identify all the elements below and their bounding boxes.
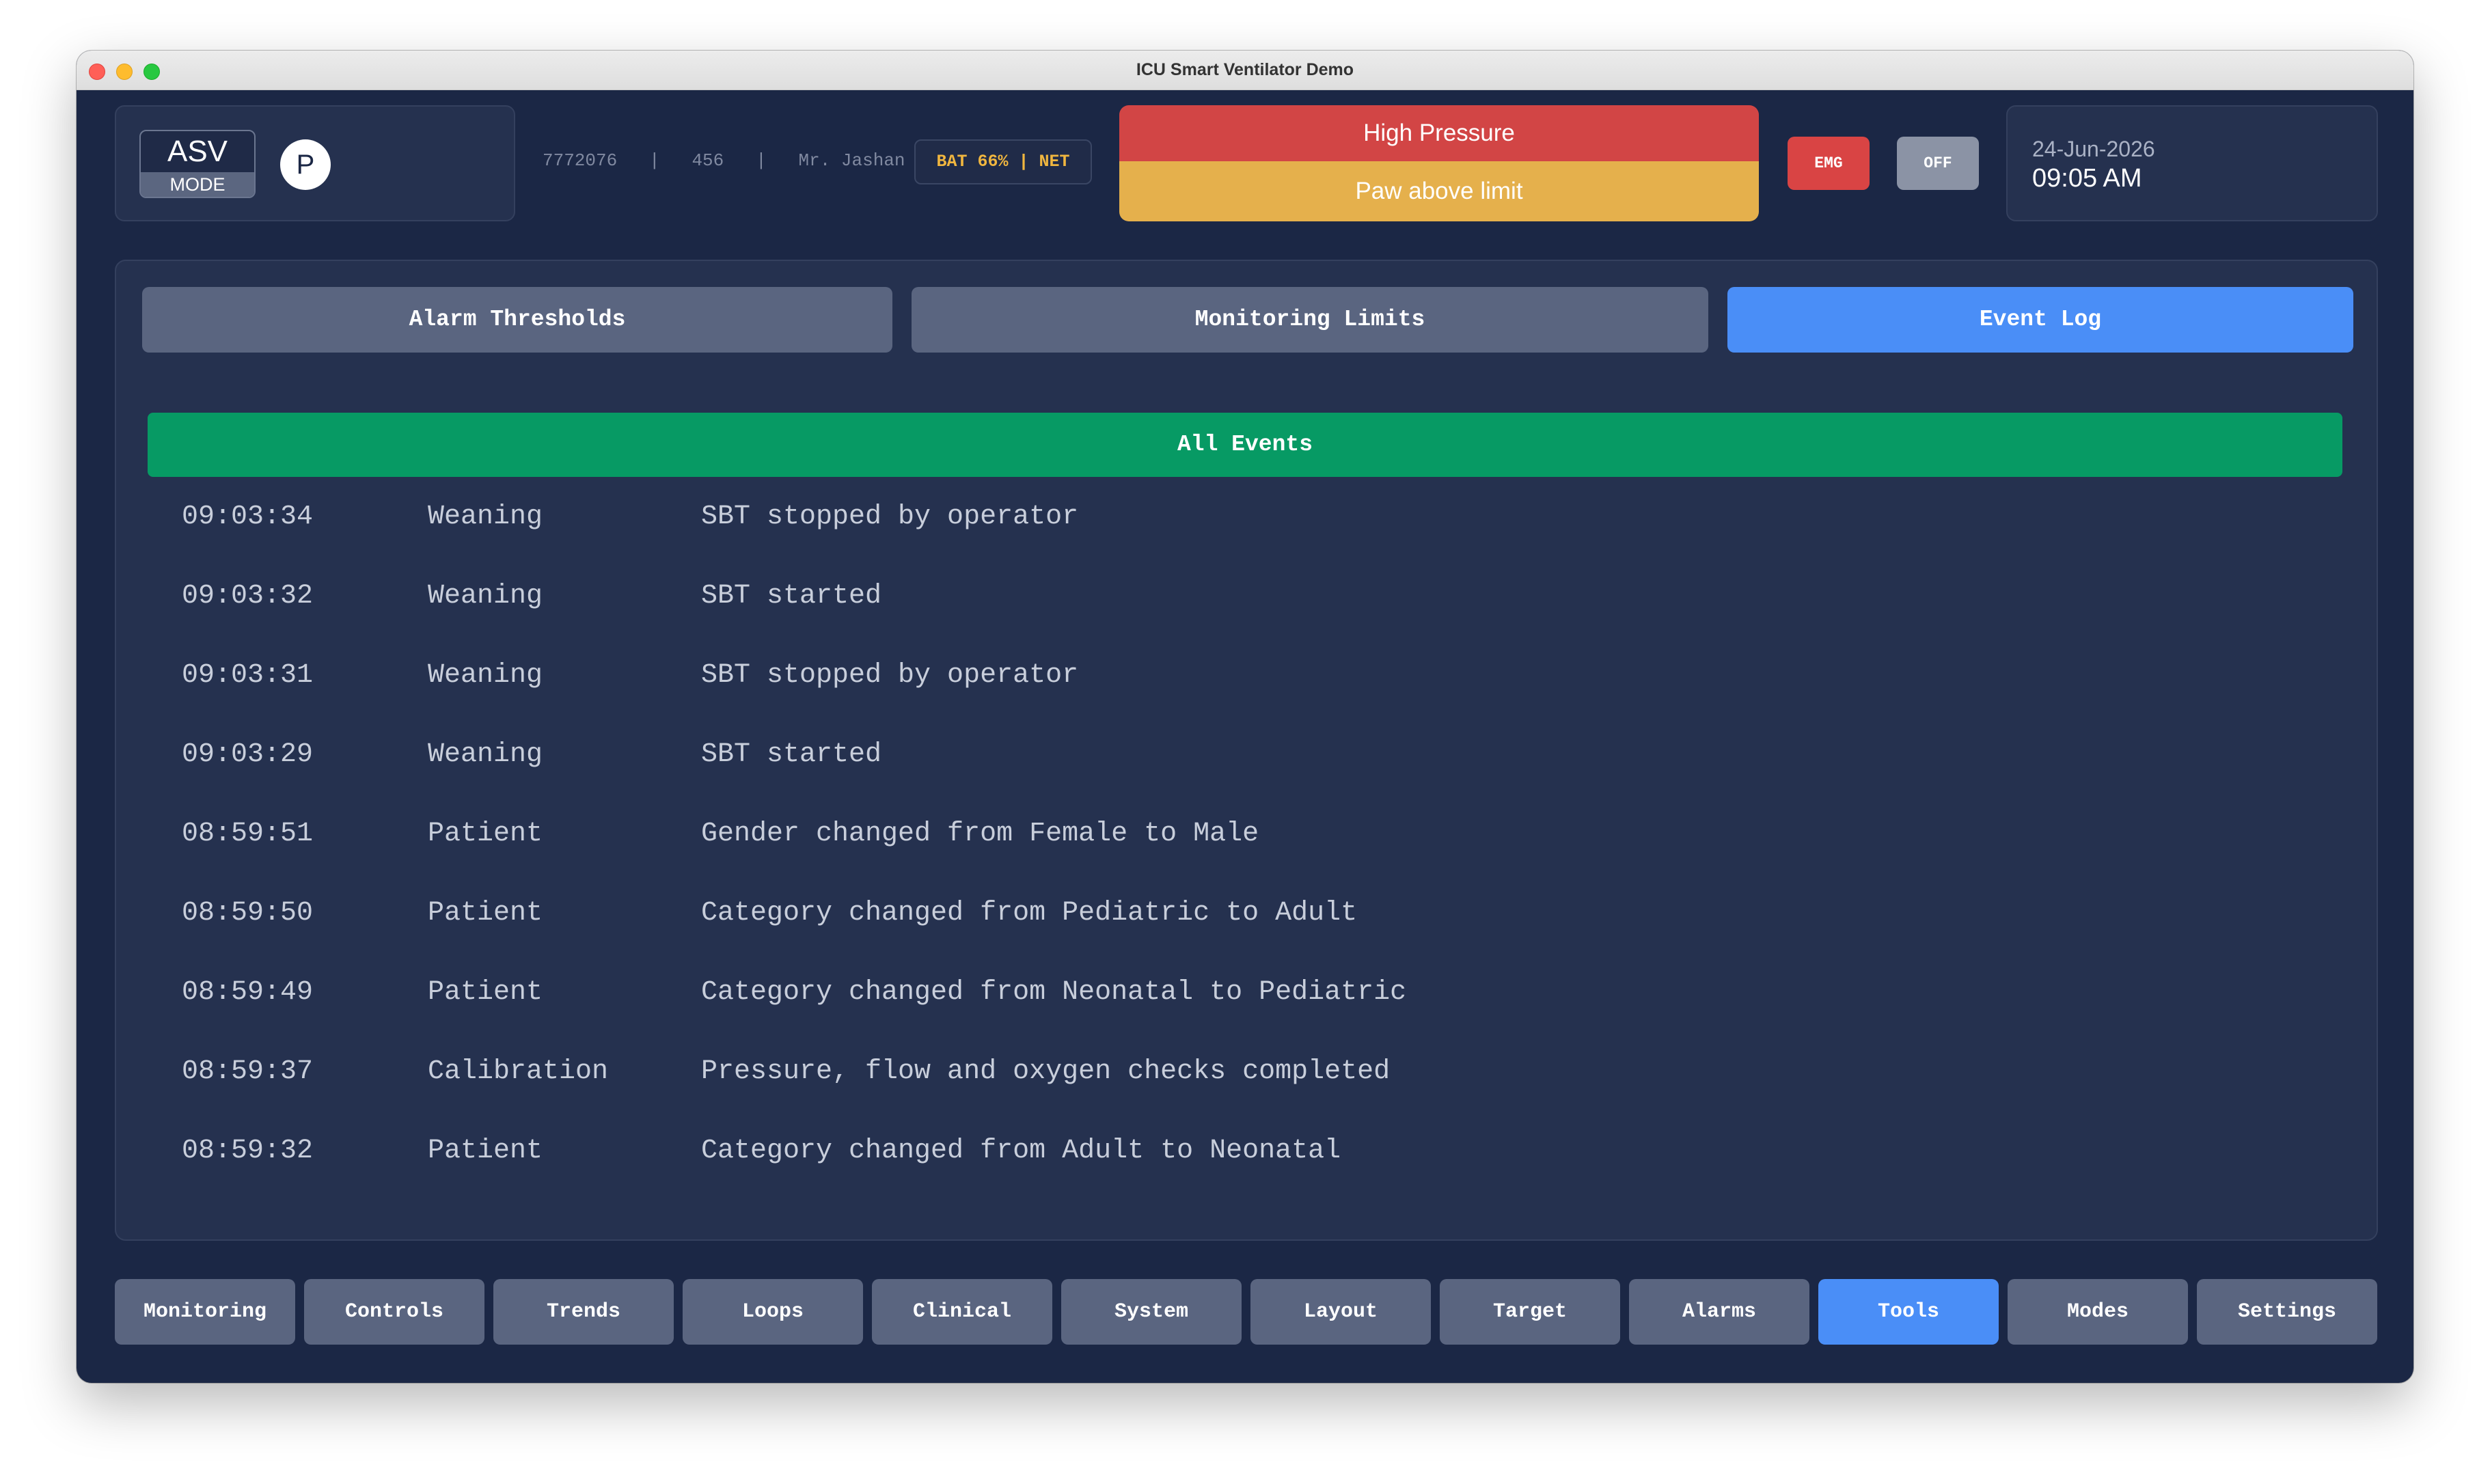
- event-category: Patient: [428, 977, 543, 1008]
- nav-trends[interactable]: Trends: [493, 1279, 674, 1345]
- profile-badge[interactable]: P: [280, 139, 331, 190]
- table-row: 09:03:31 Weaning SBT stopped by operator: [116, 660, 2377, 739]
- event-category: Weaning: [428, 739, 543, 770]
- current-date: 24-Jun-2026: [2032, 137, 2155, 161]
- window-title: ICU Smart Ventilator Demo: [1136, 60, 1354, 79]
- table-row: 08:59:50 Patient Category changed from P…: [116, 898, 2377, 977]
- table-row: 09:03:29 Weaning SBT started: [116, 739, 2377, 819]
- event-time: 09:03:34: [182, 501, 314, 532]
- event-list: 09:03:34 Weaning SBT stopped by operator…: [116, 501, 2377, 1215]
- alarm-primary: High Pressure: [1119, 105, 1759, 161]
- event-category: Patient: [428, 898, 543, 929]
- emergency-button[interactable]: EMG: [1788, 137, 1870, 190]
- event-category: Calibration: [428, 1056, 609, 1087]
- tools-panel: Alarm Thresholds Monitoring Limits Event…: [115, 260, 2378, 1241]
- bottom-navigation: Monitoring Controls Trends Loops Clinica…: [115, 1279, 2378, 1345]
- event-message: SBT stopped by operator: [701, 660, 1079, 691]
- event-message: Pressure, flow and oxygen checks complet…: [701, 1056, 1391, 1087]
- nav-modes[interactable]: Modes: [2008, 1279, 2188, 1345]
- patient-info: 7772076 | 456 | Mr. Jashan: [543, 150, 905, 171]
- battery-network-badge: BAT 66% | NET: [914, 139, 1092, 184]
- nav-loops[interactable]: Loops: [683, 1279, 863, 1345]
- alarm-secondary: Paw above limit: [1119, 161, 1759, 221]
- patient-name: Mr. Jashan: [798, 150, 905, 171]
- event-message: Category changed from Neonatal to Pediat…: [701, 977, 1407, 1008]
- patient-id: 7772076: [543, 150, 618, 171]
- alarm-banner[interactable]: High Pressure Paw above limit: [1119, 105, 1759, 221]
- mode-value: ASV: [167, 135, 228, 168]
- table-row: 08:59:51 Patient Gender changed from Fem…: [116, 819, 2377, 898]
- event-message: SBT stopped by operator: [701, 501, 1079, 532]
- nav-monitoring[interactable]: Monitoring: [115, 1279, 295, 1345]
- event-category: Patient: [428, 1136, 543, 1166]
- nav-controls[interactable]: Controls: [304, 1279, 484, 1345]
- event-time: 09:03:31: [182, 660, 314, 691]
- table-row: 08:59:49 Patient Category changed from N…: [116, 977, 2377, 1056]
- table-row: 09:03:32 Weaning SBT started: [116, 581, 2377, 660]
- event-time: 09:03:32: [182, 581, 314, 612]
- event-category: Weaning: [428, 581, 543, 612]
- event-message: Gender changed from Female to Male: [701, 819, 1259, 849]
- info-separator: |: [649, 150, 660, 171]
- tab-monitoring-limits[interactable]: Monitoring Limits: [912, 287, 1708, 353]
- event-category: Weaning: [428, 660, 543, 691]
- nav-target[interactable]: Target: [1440, 1279, 1620, 1345]
- nav-layout[interactable]: Layout: [1250, 1279, 1431, 1345]
- mode-panel: ASV MODE P: [115, 105, 515, 221]
- table-row: 09:03:34 Weaning SBT stopped by operator: [116, 501, 2377, 581]
- datetime-panel: 24-Jun-2026 09:05 AM: [2006, 105, 2378, 221]
- table-row: 08:59:32 Patient Category changed from A…: [116, 1136, 2377, 1215]
- nav-alarms[interactable]: Alarms: [1629, 1279, 1809, 1345]
- title-bar: ICU Smart Ventilator Demo: [77, 51, 2413, 90]
- event-time: 08:59:49: [182, 977, 314, 1008]
- info-separator: |: [756, 150, 767, 171]
- tab-alarm-thresholds[interactable]: Alarm Thresholds: [142, 287, 892, 353]
- event-time: 08:59:32: [182, 1136, 314, 1166]
- bed-number: 456: [692, 150, 724, 171]
- event-message: SBT started: [701, 739, 882, 770]
- event-time: 08:59:51: [182, 819, 314, 849]
- mode-indicator[interactable]: ASV MODE: [139, 130, 256, 198]
- event-time: 08:59:37: [182, 1056, 314, 1087]
- current-time: 09:05 AM: [2032, 164, 2142, 193]
- event-time: 09:03:29: [182, 739, 314, 770]
- event-message: SBT started: [701, 581, 882, 612]
- table-row: 08:59:37 Calibration Pressure, flow and …: [116, 1056, 2377, 1136]
- app-window: ICU Smart Ventilator Demo ASV MODE P 777…: [77, 51, 2413, 1383]
- event-message: Category changed from Adult to Neonatal: [701, 1136, 1341, 1166]
- event-time: 08:59:50: [182, 898, 314, 929]
- tab-event-log[interactable]: Event Log: [1727, 287, 2353, 353]
- event-message: Category changed from Pediatric to Adult: [701, 898, 1358, 929]
- nav-clinical[interactable]: Clinical: [872, 1279, 1052, 1345]
- nav-settings[interactable]: Settings: [2197, 1279, 2377, 1345]
- off-button[interactable]: OFF: [1897, 137, 1979, 190]
- event-category: Patient: [428, 819, 543, 849]
- mode-label: MODE: [141, 172, 254, 197]
- nav-tools[interactable]: Tools: [1818, 1279, 1999, 1345]
- nav-system[interactable]: System: [1061, 1279, 1242, 1345]
- event-category: Weaning: [428, 501, 543, 532]
- event-filter-all[interactable]: All Events: [148, 413, 2342, 477]
